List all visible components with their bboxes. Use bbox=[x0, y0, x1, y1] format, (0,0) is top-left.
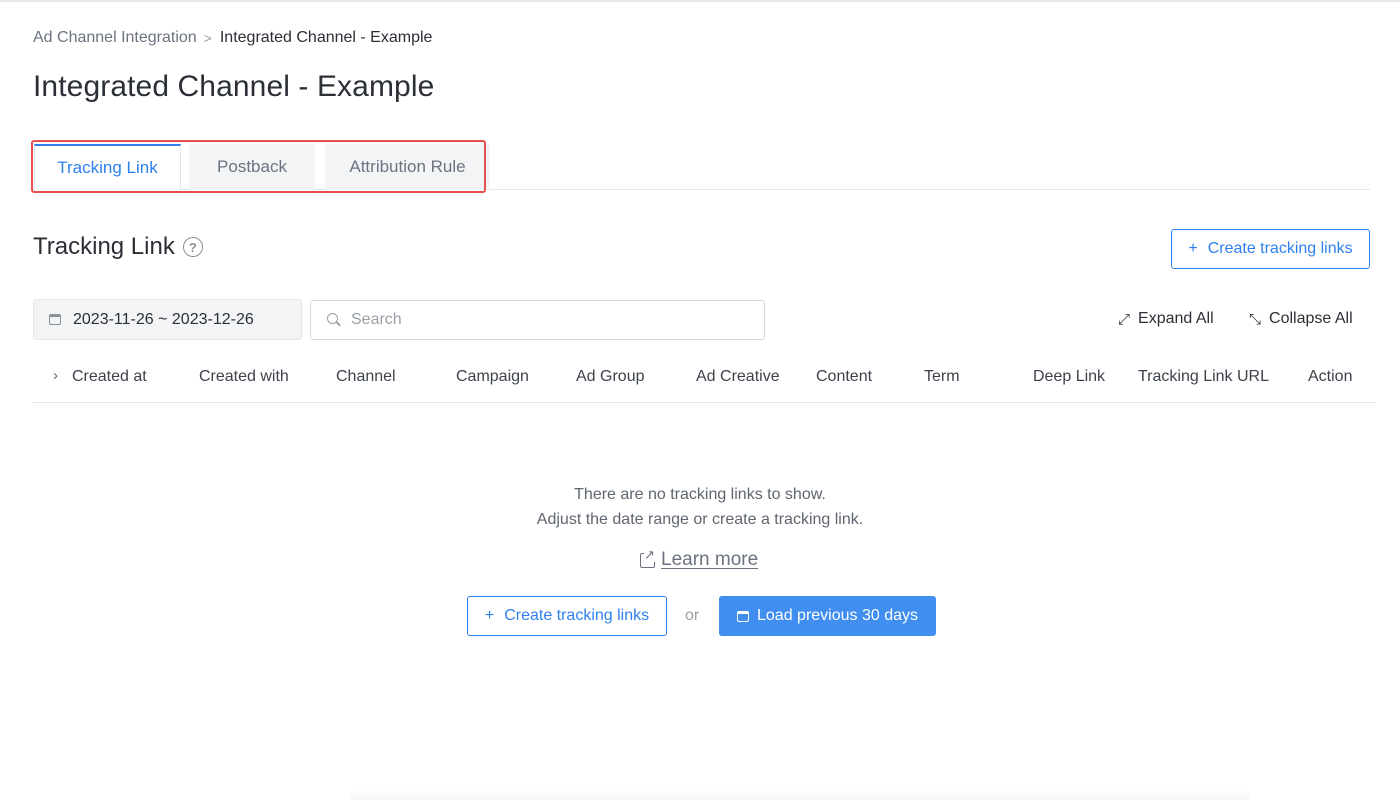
empty-create-tracking-links-button[interactable]: + Create tracking links bbox=[467, 596, 667, 636]
empty-state-hint: Adjust the date range or create a tracki… bbox=[536, 511, 864, 528]
expand-icon: ⤢ bbox=[1118, 310, 1131, 328]
section-title-label: Tracking Link bbox=[33, 233, 175, 260]
bottom-shadow bbox=[350, 790, 1250, 800]
calendar-icon bbox=[49, 314, 61, 325]
calendar-icon bbox=[737, 610, 749, 622]
table-header: › Created at Created with Channel Campai… bbox=[33, 358, 1376, 403]
breadcrumb: Ad Channel Integration > Integrated Chan… bbox=[33, 28, 432, 48]
column-action: Action bbox=[1308, 368, 1353, 385]
load-previous-label: Load previous 30 days bbox=[757, 607, 918, 624]
collapse-all-button[interactable]: ⤡ Collapse All bbox=[1249, 310, 1353, 328]
learn-more-link[interactable]: Learn more bbox=[640, 547, 759, 571]
column-content[interactable]: Content bbox=[816, 368, 872, 386]
chevron-right-icon[interactable]: › bbox=[53, 367, 58, 384]
search-icon bbox=[327, 313, 341, 327]
external-link-icon bbox=[640, 547, 655, 568]
expand-all-label: Expand All bbox=[1138, 310, 1214, 327]
column-term[interactable]: Term bbox=[924, 368, 960, 386]
column-campaign[interactable]: Campaign bbox=[456, 368, 529, 386]
column-created-with[interactable]: Created with bbox=[199, 368, 289, 386]
expand-all-button[interactable]: ⤢ Expand All bbox=[1118, 310, 1214, 328]
create-tracking-links-button[interactable]: + Create tracking links bbox=[1171, 229, 1370, 269]
empty-state-message: There are no tracking links to show. bbox=[574, 486, 826, 503]
column-created-at[interactable]: Created at bbox=[72, 368, 147, 386]
section-title: Tracking Link ? bbox=[33, 233, 203, 261]
column-ad-group[interactable]: Ad Group bbox=[576, 368, 644, 386]
page-title: Integrated Channel - Example bbox=[33, 70, 435, 103]
column-ad-creative[interactable]: Ad Creative bbox=[696, 368, 780, 386]
create-tracking-links-label: Create tracking links bbox=[1207, 240, 1353, 257]
breadcrumb-current: Integrated Channel - Example bbox=[219, 29, 433, 46]
column-channel[interactable]: Channel bbox=[336, 368, 396, 386]
column-tracking-link-url[interactable]: Tracking Link URL bbox=[1138, 368, 1269, 386]
date-range-picker[interactable]: 2023-11-26 ~ 2023-12-26 bbox=[33, 299, 302, 340]
plus-icon: + bbox=[1188, 240, 1198, 257]
empty-create-tracking-links-label: Create tracking links bbox=[504, 607, 650, 624]
learn-more-label: Learn more bbox=[661, 549, 759, 570]
tabs-highlight-box bbox=[31, 140, 486, 193]
search-input[interactable] bbox=[351, 311, 731, 329]
breadcrumb-parent-link[interactable]: Ad Channel Integration bbox=[33, 29, 197, 47]
date-range-value: 2023-11-26 ~ 2023-12-26 bbox=[73, 310, 254, 328]
breadcrumb-separator: > bbox=[203, 30, 212, 46]
load-previous-30-days-button[interactable]: Load previous 30 days bbox=[719, 596, 936, 636]
column-deep-link[interactable]: Deep Link bbox=[1033, 368, 1105, 386]
plus-icon: + bbox=[484, 607, 495, 624]
collapse-all-label: Collapse All bbox=[1269, 310, 1353, 327]
or-separator: or bbox=[685, 607, 700, 624]
help-icon[interactable]: ? bbox=[182, 237, 203, 257]
search-box[interactable] bbox=[310, 300, 765, 340]
top-border bbox=[0, 0, 1400, 2]
collapse-icon: ⤡ bbox=[1249, 310, 1262, 328]
